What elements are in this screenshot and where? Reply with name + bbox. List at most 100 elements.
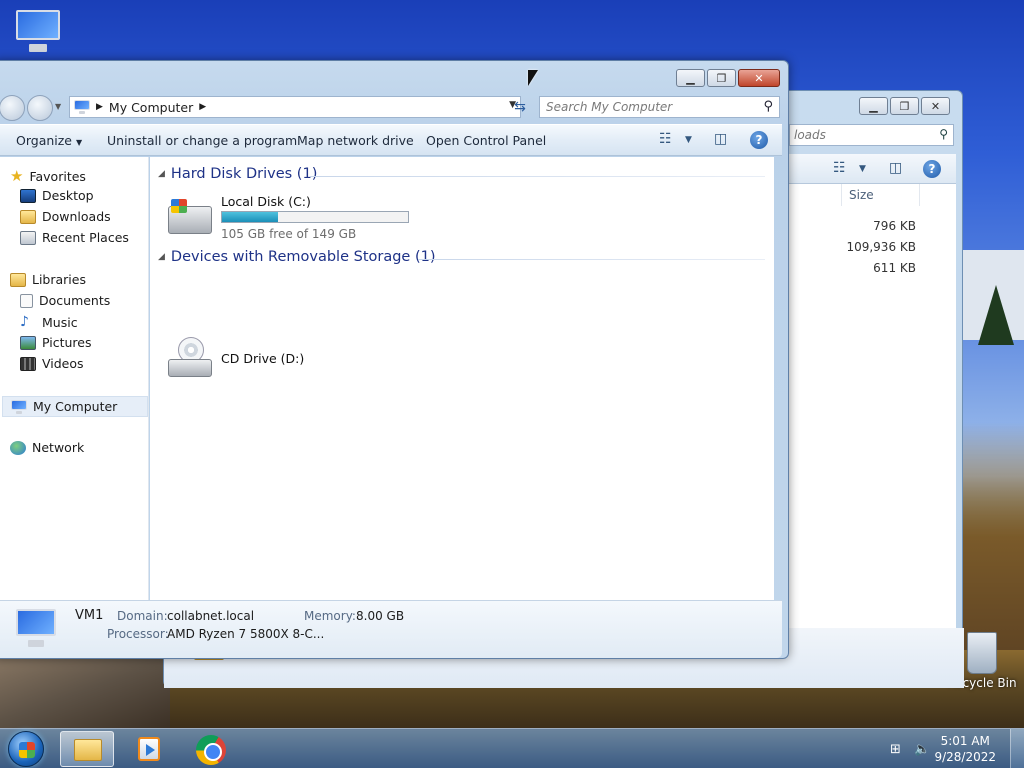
drive-free-space: 105 GB free of 149 GB — [221, 227, 357, 241]
memory-label: Memory: — [304, 609, 356, 623]
computer-monitor-icon — [16, 609, 56, 647]
pictures-icon — [20, 335, 36, 350]
music-note-icon: ♪ — [20, 314, 29, 330]
uninstall-program-button[interactable]: Uninstall or change a program — [107, 133, 297, 148]
drive-local-disk-c[interactable]: Local Disk (C:) 105 GB free of 149 GB — [168, 192, 428, 242]
forward-button[interactable] — [27, 95, 53, 121]
refresh-icon[interactable]: ⇆ — [509, 96, 531, 118]
group-hard-disk-drives[interactable]: ◢ Hard Disk Drives (1) — [158, 166, 317, 182]
column-header-size[interactable]: Size — [849, 188, 874, 202]
group-removable-storage[interactable]: ◢ Devices with Removable Storage (1) — [158, 249, 436, 265]
organize-button[interactable]: Organize ▼ — [16, 133, 82, 148]
nav-label: Documents — [39, 293, 111, 308]
group-divider — [310, 176, 765, 177]
nav-libraries[interactable]: Libraries — [10, 272, 86, 287]
nav-desktop[interactable]: Desktop — [20, 188, 94, 203]
back-search-input[interactable]: loads ⚲ — [789, 124, 954, 146]
cd-drive-icon — [168, 337, 212, 377]
taskbar-chrome-button[interactable] — [184, 731, 238, 767]
nav-downloads[interactable]: Downloads — [20, 209, 111, 224]
open-control-panel-button[interactable]: Open Control Panel — [426, 133, 546, 148]
back-minimize-button[interactable]: ▁ — [859, 97, 888, 115]
computer-monitor-icon — [16, 10, 60, 52]
memory-value: 8.00 GB — [356, 609, 405, 623]
drive-cd-d[interactable]: CD Drive (D:) — [168, 337, 328, 383]
breadcrumb-separator-icon[interactable]: ▶ — [199, 102, 206, 112]
volume-icon[interactable]: 🔈 — [914, 742, 930, 757]
collapse-triangle-icon[interactable]: ◢ — [158, 169, 165, 179]
command-bar: Organize ▼ Uninstall or change a program… — [0, 124, 782, 156]
group-divider — [418, 259, 765, 260]
address-bar[interactable]: ▶ My Computer ▶ ▼ — [69, 96, 521, 118]
processor-label: Processor: — [107, 627, 169, 641]
taskbar-media-player-button[interactable] — [122, 731, 176, 767]
breadcrumb-my-computer[interactable]: My Computer — [109, 100, 193, 115]
chevron-down-icon: ▼ — [75, 138, 83, 147]
group-title: Devices with Removable Storage (1) — [170, 249, 436, 265]
network-tray-icon[interactable]: ⊞ — [890, 742, 901, 757]
drive-usage-bar — [221, 211, 409, 223]
processor-value: AMD Ryzen 7 5800X 8-C... — [167, 627, 325, 641]
help-icon[interactable]: ? — [750, 131, 768, 149]
search-placeholder: Search My Computer — [546, 100, 673, 114]
media-player-icon — [138, 737, 160, 761]
taskbar-explorer-button[interactable] — [60, 731, 114, 767]
drive-label: Local Disk (C:) — [221, 194, 311, 209]
hard-drive-icon — [168, 199, 212, 234]
nav-favorites[interactable]: ★ Favorites — [10, 167, 86, 185]
nav-pictures[interactable]: Pictures — [20, 335, 92, 350]
libraries-icon — [10, 272, 26, 287]
wallpaper-tree — [978, 285, 1014, 345]
preview-pane-icon[interactable]: ◫ — [714, 131, 727, 147]
back-button[interactable] — [0, 95, 25, 121]
documents-icon — [20, 293, 33, 308]
address-row: ▼ ▶ My Computer ▶ ▼ ⇆ Search My Computer… — [0, 94, 790, 122]
recent-pages-chevron-icon[interactable]: ▼ — [55, 102, 61, 111]
wallpaper-rocks — [0, 650, 170, 730]
help-icon[interactable]: ? — [923, 160, 941, 178]
nav-label: Recent Places — [42, 230, 129, 245]
nav-documents[interactable]: Documents — [20, 293, 110, 308]
map-network-drive-button[interactable]: Map network drive — [297, 133, 414, 148]
desktop-computer-icon[interactable] — [16, 10, 60, 55]
view-options-icon[interactable]: ☷ — [659, 131, 672, 147]
preview-pane-icon[interactable]: ◫ — [889, 160, 902, 176]
nav-music[interactable]: ♪ Music — [20, 314, 78, 330]
search-icon: ⚲ — [939, 127, 948, 141]
nav-label: Desktop — [42, 188, 94, 203]
view-options-icon[interactable]: ☷ — [833, 160, 846, 176]
collapse-triangle-icon[interactable]: ◢ — [158, 252, 165, 262]
minimize-button[interactable]: ▁ — [676, 69, 705, 87]
navigation-pane: ★ Favorites Desktop Downloads Recent Pla… — [0, 157, 149, 600]
close-button[interactable]: ✕ — [738, 69, 780, 87]
nav-my-computer[interactable]: My Computer — [2, 396, 148, 417]
system-clock[interactable]: 5:01 AM 9/28/2022 — [934, 733, 996, 765]
nav-network[interactable]: Network — [10, 440, 84, 455]
back-maximize-button[interactable]: ❐ — [890, 97, 919, 115]
maximize-button[interactable]: ❐ — [707, 69, 736, 87]
view-dropdown-icon[interactable]: ▼ — [859, 164, 866, 174]
domain-value: collabnet.local — [167, 609, 255, 623]
nav-recent-places[interactable]: Recent Places — [20, 230, 129, 245]
computer-name: VM1 — [75, 608, 104, 623]
breadcrumb-separator-icon[interactable]: ▶ — [96, 102, 103, 112]
downloads-folder-icon — [20, 209, 36, 224]
search-input[interactable]: Search My Computer ⚲ — [539, 96, 780, 118]
taskbar: ⊞ 🔈 5:01 AM 9/28/2022 — [0, 728, 1024, 768]
back-close-button[interactable]: ✕ — [921, 97, 950, 115]
start-button[interactable] — [8, 731, 44, 767]
organize-label: Organize — [16, 133, 72, 148]
nav-videos[interactable]: Videos — [20, 356, 84, 371]
folder-icon — [74, 739, 102, 761]
domain-label: Domain: — [117, 609, 168, 623]
nav-label: Downloads — [42, 209, 111, 224]
my-computer-window[interactable]: ▁ ❐ ✕ ▼ ▶ My Computer ▶ ▼ ⇆ Search My Co… — [0, 60, 789, 659]
clock-time: 5:01 AM — [940, 734, 990, 748]
mouse-cursor-icon — [528, 70, 538, 86]
view-dropdown-icon[interactable]: ▼ — [685, 135, 692, 145]
videos-film-icon — [20, 356, 36, 371]
file-size-cell: 611 KB — [873, 261, 916, 275]
drives-content-area: ◢ Hard Disk Drives (1) Local Disk (C:) 1… — [150, 157, 774, 600]
show-desktop-button[interactable] — [1010, 729, 1024, 768]
caption-buttons: ▁ ❐ ✕ — [676, 69, 780, 87]
